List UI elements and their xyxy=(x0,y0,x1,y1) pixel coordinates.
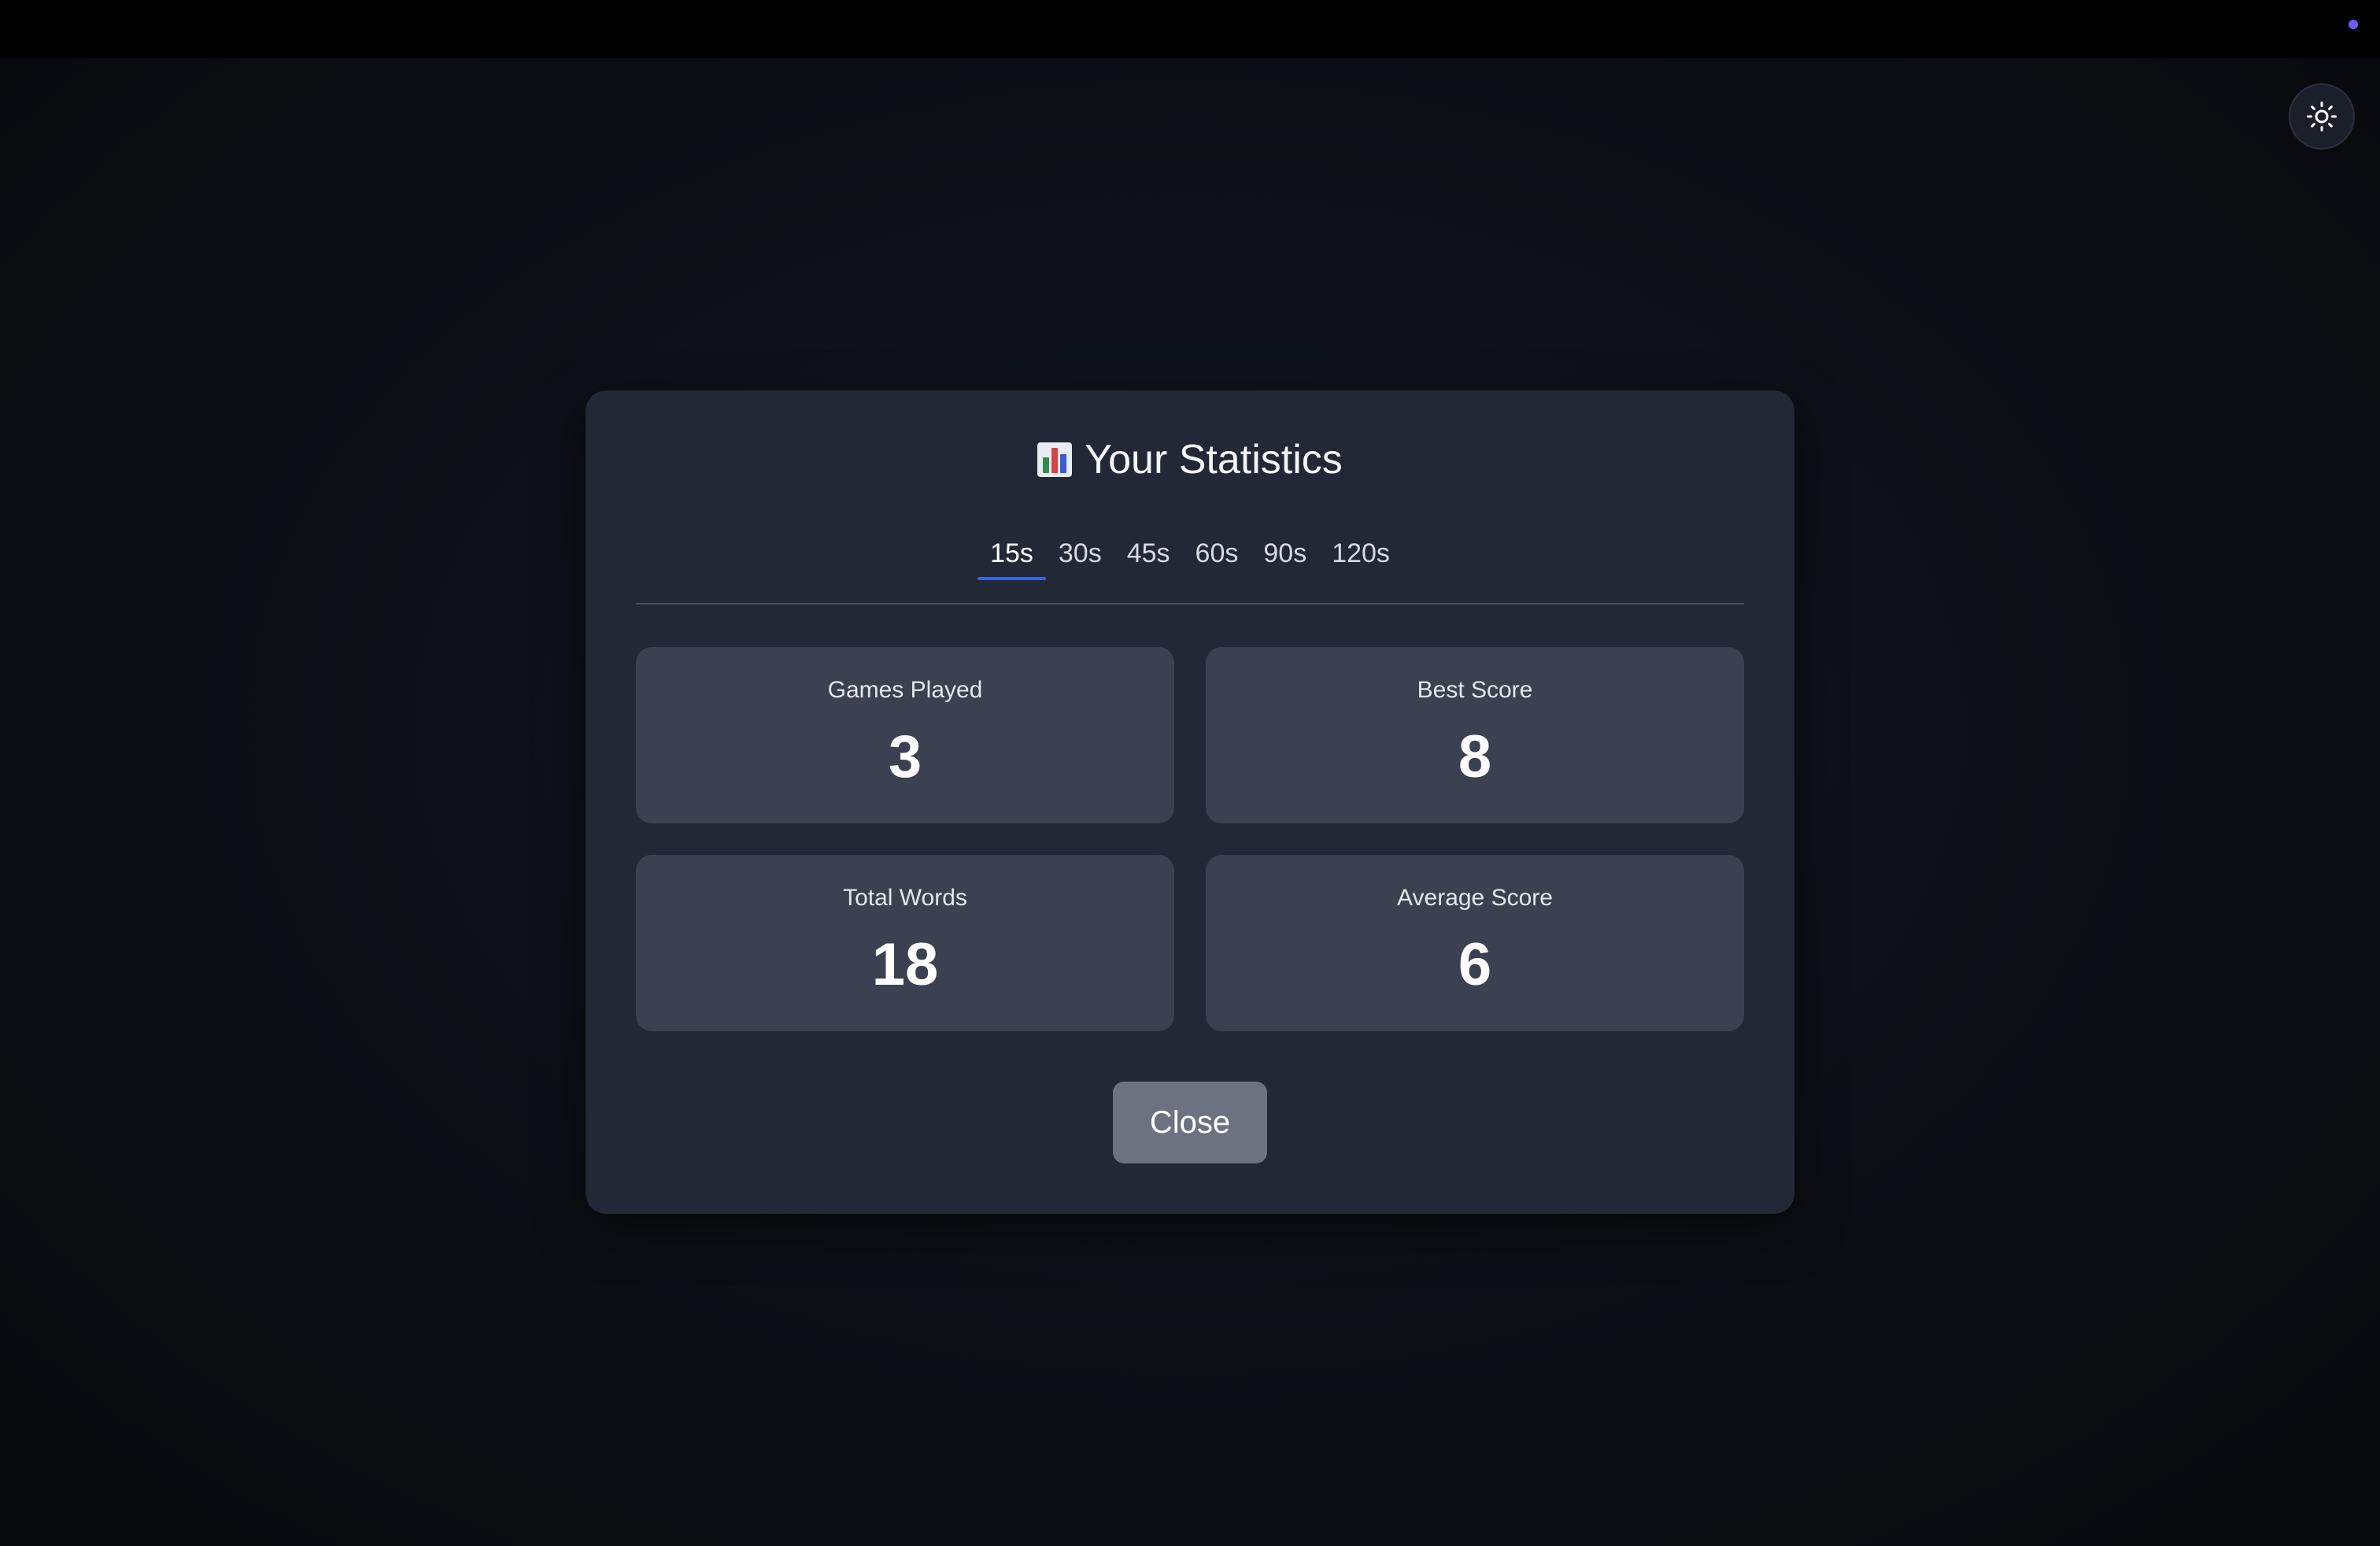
modal-title: Your Statistics xyxy=(586,436,1794,483)
tab-90s[interactable]: 90s xyxy=(1251,529,1319,590)
status-dot xyxy=(2349,20,2358,29)
theme-toggle-button[interactable] xyxy=(2289,83,2355,150)
duration-tabs: 15s 30s 45s 60s 90s 120s xyxy=(636,529,1744,605)
stat-label: Total Words xyxy=(843,885,967,911)
tab-30s[interactable]: 30s xyxy=(1046,529,1114,590)
stat-card-games-played: Games Played 3 xyxy=(636,647,1174,823)
tab-45s[interactable]: 45s xyxy=(1114,529,1183,590)
modal-title-text: Your Statistics xyxy=(1085,437,1343,483)
stat-value: 18 xyxy=(871,931,939,998)
tab-120s[interactable]: 120s xyxy=(1319,529,1402,590)
tab-60s[interactable]: 60s xyxy=(1183,529,1251,590)
tab-15s[interactable]: 15s xyxy=(978,529,1046,590)
stat-label: Average Score xyxy=(1397,885,1553,911)
top-bar xyxy=(0,0,2380,58)
stat-value: 6 xyxy=(1458,931,1492,998)
stat-label: Games Played xyxy=(827,677,983,703)
close-button[interactable]: Close xyxy=(1113,1082,1267,1163)
sun-icon xyxy=(2307,102,2337,131)
stat-card-total-words: Total Words 18 xyxy=(636,855,1174,1031)
statistics-modal: Your Statistics 15s 30s 45s 60s 90s 120s… xyxy=(586,390,1794,1214)
stat-label: Best Score xyxy=(1417,677,1533,703)
stat-value: 8 xyxy=(1458,723,1492,790)
stat-card-average-score: Average Score 6 xyxy=(1206,855,1744,1031)
stat-value: 3 xyxy=(888,723,922,790)
bar-chart-icon xyxy=(1037,442,1073,477)
stat-card-best-score: Best Score 8 xyxy=(1206,647,1744,823)
